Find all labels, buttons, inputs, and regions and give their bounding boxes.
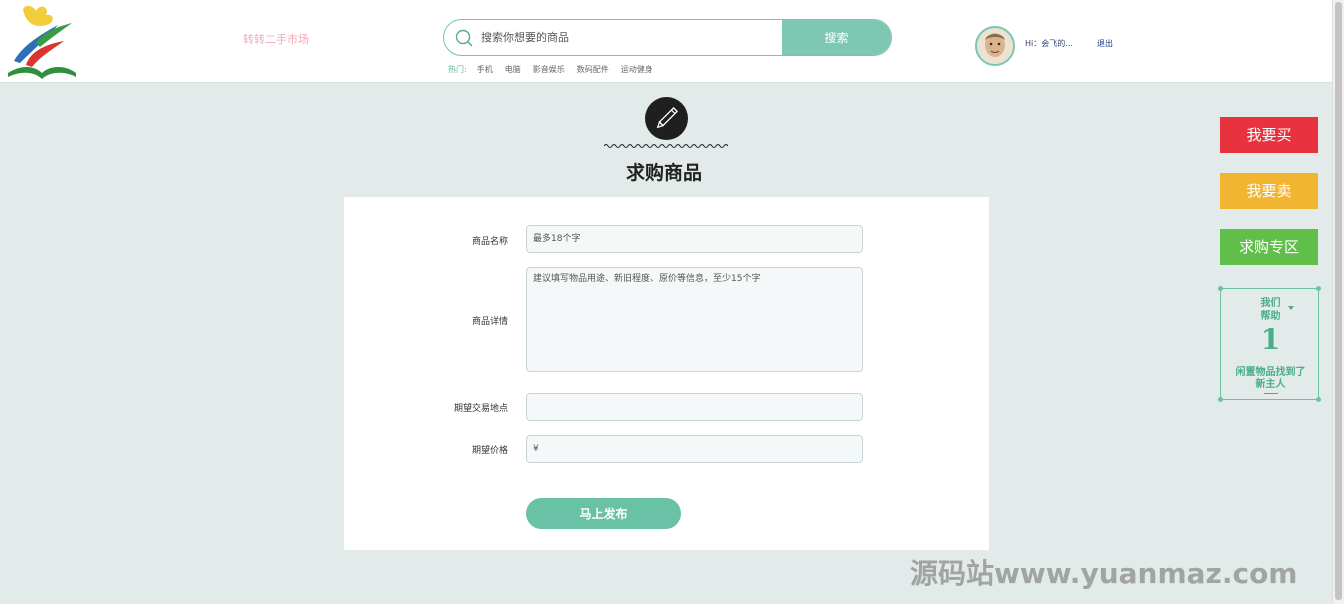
- page-title: 求购商品: [625, 162, 702, 184]
- hot-link-accessories[interactable]: 数码配件: [577, 64, 609, 75]
- name-label: 商品名称: [471, 237, 508, 247]
- watermark: 源码站www.yuanmaz.com: [910, 557, 1298, 590]
- corner-dot: [1316, 286, 1321, 291]
- buy-button[interactable]: 我要买: [1220, 117, 1318, 153]
- search-icon: [455, 29, 473, 47]
- hot-label: 热门:: [448, 65, 467, 74]
- hot-link-entertainment[interactable]: 影音娱乐: [533, 64, 565, 75]
- location-label: 期望交易地点: [453, 404, 508, 414]
- sell-button[interactable]: 我要卖: [1220, 173, 1318, 209]
- header: 转转二手市场 搜索 热门: 手机 电脑 影音娱乐 数码配件 运动健身 Hi：会飞…: [0, 0, 1344, 83]
- name-field[interactable]: [526, 225, 863, 253]
- hot-link-phone[interactable]: 手机: [477, 64, 493, 75]
- avatar[interactable]: [975, 26, 1015, 66]
- help-count: 1: [1260, 323, 1281, 356]
- detail-field[interactable]: [526, 267, 863, 372]
- logo-icon[interactable]: [6, 3, 78, 81]
- corner-dot: [1316, 397, 1321, 402]
- publish-button[interactable]: 马上发布: [526, 498, 681, 529]
- caret-down-icon: [1288, 306, 1294, 310]
- search-button[interactable]: 搜索: [782, 20, 891, 55]
- price-label: 期望价格: [471, 446, 508, 456]
- want-zone-button[interactable]: 求购专区: [1220, 229, 1318, 265]
- hot-link-computer[interactable]: 电脑: [505, 64, 521, 75]
- scrollbar-thumb[interactable]: [1335, 2, 1342, 600]
- hot-links: 热门: 手机 电脑 影音娱乐 数码配件 运动健身: [448, 64, 653, 75]
- site-name[interactable]: 转转二手市场: [243, 31, 309, 47]
- help-stats-box: 我们 帮助 1 闲置物品找到了新主人: [1218, 286, 1321, 402]
- help-caption: 闲置物品找到了新主人: [1235, 367, 1306, 390]
- want-form: 商品名称 商品详情 期望交易地点 期望价格 马上发布: [344, 197, 989, 550]
- pencil-icon: [645, 97, 688, 140]
- corner-dot: [1218, 286, 1223, 291]
- location-field[interactable]: [526, 393, 863, 421]
- corner-dot: [1218, 397, 1223, 402]
- detail-label: 商品详情: [471, 317, 508, 327]
- price-field[interactable]: [526, 435, 863, 463]
- search-input[interactable]: [481, 20, 783, 55]
- hot-link-sports[interactable]: 运动健身: [621, 64, 653, 75]
- help-heading-line1: 我们: [1260, 298, 1281, 309]
- scrollbar[interactable]: [1332, 0, 1344, 604]
- help-heading: 我们 帮助: [1221, 297, 1320, 323]
- help-heading-line2: 帮助: [1260, 311, 1281, 322]
- logout-link[interactable]: 退出: [1097, 38, 1113, 49]
- wave-divider: [604, 144, 728, 148]
- help-underline: [1264, 393, 1278, 394]
- search-box: 搜索: [443, 19, 892, 56]
- user-greeting: Hi：会飞的...: [1025, 39, 1073, 48]
